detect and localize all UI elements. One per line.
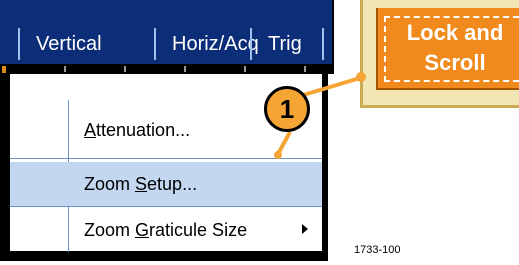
callout-anchor	[356, 72, 366, 82]
callout-anchor	[274, 151, 282, 159]
callout-leader-line	[274, 72, 366, 159]
callout-number-badge: 1	[264, 86, 310, 132]
figure-id: 1733-100	[354, 244, 401, 256]
